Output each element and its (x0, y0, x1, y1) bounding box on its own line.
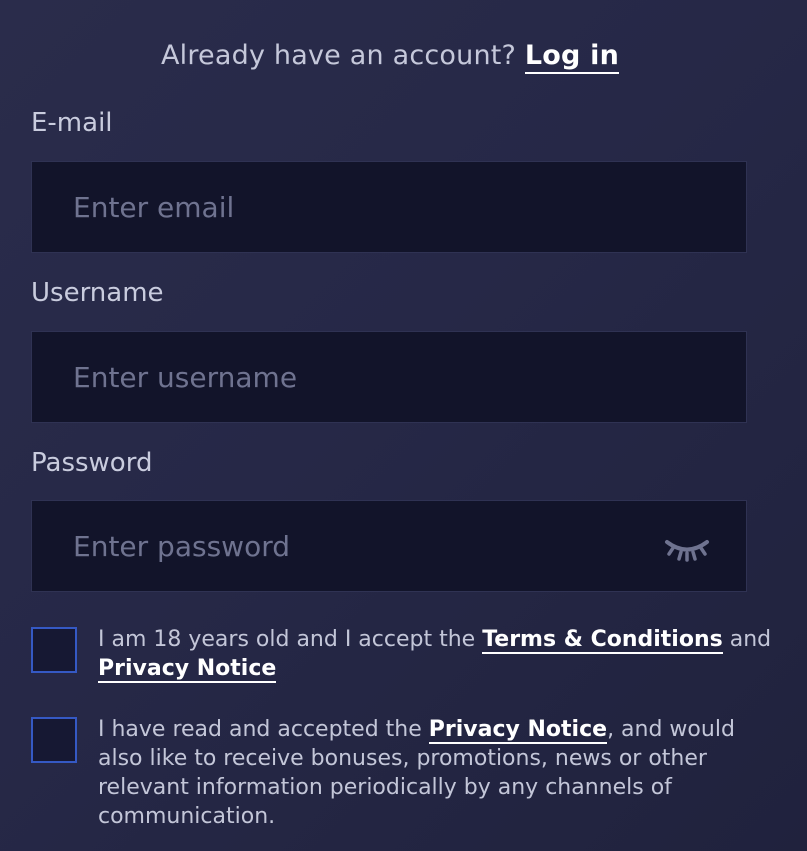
email-field-container (31, 161, 747, 253)
username-field-container (31, 331, 747, 423)
password-field-container (31, 500, 747, 592)
marketing-consent-checkbox[interactable] (31, 717, 77, 763)
marketing-text-before: I have read and accepted the (98, 717, 429, 742)
age-terms-text-before: I am 18 years old and I accept the (98, 627, 483, 652)
login-prompt: Already have an account? Log in (0, 40, 780, 74)
marketing-privacy-notice-link[interactable]: Privacy Notice (428, 717, 608, 744)
email-input[interactable] (32, 162, 746, 252)
terms-conditions-link[interactable]: Terms & Conditions (482, 627, 723, 654)
username-input[interactable] (32, 332, 746, 422)
privacy-notice-link[interactable]: Privacy Notice (98, 656, 277, 683)
password-label: Password (31, 448, 153, 478)
username-label: Username (31, 278, 164, 308)
password-input[interactable] (32, 501, 746, 591)
age-terms-text-middle: and (722, 627, 772, 652)
age-terms-checkbox[interactable] (31, 627, 77, 673)
marketing-consent-text: I have read and accepted the Privacy Not… (98, 715, 778, 831)
email-label: E-mail (31, 108, 113, 138)
login-prompt-text: Already have an account? (160, 40, 525, 71)
age-terms-text: I am 18 years old and I accept the Terms… (98, 625, 778, 683)
login-link[interactable]: Log in (524, 40, 620, 74)
eye-closed-icon[interactable] (664, 535, 710, 563)
